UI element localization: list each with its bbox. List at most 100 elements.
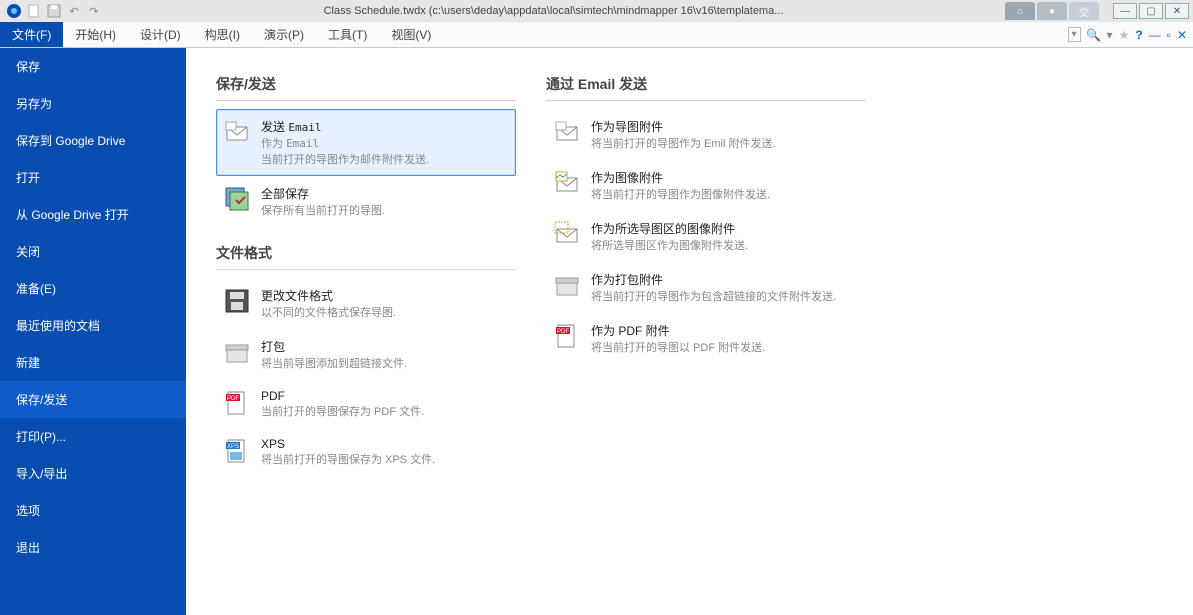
label: 作为导图附件: [591, 118, 776, 135]
ribbon-tab-idea[interactable]: 构思(I): [193, 22, 252, 47]
main-panel: 保存/发送 发送 Email 作为 Email 当前打开的导图作为邮件附件发送.: [186, 48, 1193, 615]
label: 全部保存: [261, 185, 385, 202]
section-save-send: 保存/发送: [216, 74, 516, 101]
svg-text:PDF: PDF: [557, 329, 569, 335]
option-text: 全部保存 保存所有当前打开的导图.: [261, 185, 385, 218]
pdf-icon: PDF: [223, 389, 251, 417]
label: 作为打包附件: [591, 271, 836, 288]
label: Email: [286, 137, 319, 150]
redo-icon[interactable]: ↷: [86, 3, 102, 19]
body: 保存 另存为 保存到 Google Drive 打开 从 Google Driv…: [0, 48, 1193, 615]
label: 当前打开的导图作为邮件附件发送.: [261, 151, 429, 167]
close-button[interactable]: ✕: [1165, 3, 1189, 19]
ribbon-right: ▾ 🔍 ▾ ★ ? — ▫ ✕: [1068, 22, 1188, 47]
label: XPS: [261, 437, 435, 451]
titlebar: ↶ ↷ Class Schedule.twdx (c:\users\deday\…: [0, 0, 1193, 22]
column-email-send: 通过 Email 发送 作为导图附件 将当前打开的导图作为 Emil 附件发送.: [546, 58, 866, 595]
option-pack[interactable]: 打包 将当前导图添加到超链接文件.: [216, 329, 516, 380]
floppy-icon: [223, 287, 251, 315]
section-email: 通过 Email 发送: [546, 74, 866, 101]
titlebar-right: ⌂ ● 交 — ▢ ✕: [1005, 2, 1193, 20]
search-icon[interactable]: 🔍: [1087, 28, 1101, 42]
min-ribbon-icon[interactable]: —: [1149, 28, 1161, 42]
app-icon: [6, 3, 22, 19]
option-change-format[interactable]: 更改文件格式 以不同的文件格式保存导图.: [216, 278, 516, 329]
sidebar-item-options[interactable]: 选项: [0, 492, 186, 529]
minimize-button[interactable]: —: [1113, 3, 1137, 19]
quick-access-toolbar: ↶ ↷: [0, 3, 102, 19]
label: 更改文件格式: [261, 287, 396, 304]
option-text: 更改文件格式 以不同的文件格式保存导图.: [261, 287, 396, 320]
sidebar-item-saveas[interactable]: 另存为: [0, 85, 186, 122]
window-max-icon[interactable]: ▫: [1167, 28, 1171, 42]
sidebar-item-recent[interactable]: 最近使用的文档: [0, 307, 186, 344]
box-icon: [223, 338, 251, 366]
label: 作为图像附件: [591, 169, 770, 186]
ribbon-tab-present[interactable]: 演示(P): [252, 22, 316, 47]
option-as-map-attachment[interactable]: 作为导图附件 将当前打开的导图作为 Emil 附件发送.: [546, 109, 866, 160]
undo-icon[interactable]: ↶: [66, 3, 82, 19]
column-save-send: 保存/发送 发送 Email 作为 Email 当前打开的导图作为邮件附件发送.: [216, 58, 516, 595]
app-root: ↶ ↷ Class Schedule.twdx (c:\users\deday\…: [0, 0, 1193, 615]
maximize-button[interactable]: ▢: [1139, 3, 1163, 19]
ext-tab-1[interactable]: ⌂: [1005, 2, 1035, 20]
mail-icon: [223, 118, 251, 146]
mail-pack-icon: [553, 271, 581, 299]
save-icon[interactable]: [46, 3, 62, 19]
option-as-selected-image-attachment[interactable]: 作为所选导图区的图像附件 将所选导图区作为图像附件发送.: [546, 211, 866, 262]
option-text: 作为导图附件 将当前打开的导图作为 Emil 附件发送.: [591, 118, 776, 151]
ribbon-tab-tools[interactable]: 工具(T): [316, 22, 379, 47]
label: 以不同的文件格式保存导图.: [261, 304, 396, 320]
option-save-all[interactable]: 全部保存 保存所有当前打开的导图.: [216, 176, 516, 227]
sidebar-item-close[interactable]: 关闭: [0, 233, 186, 270]
star-icon[interactable]: ★: [1119, 28, 1130, 42]
sidebar-item-save[interactable]: 保存: [0, 48, 186, 85]
label: 作为 PDF 附件: [591, 322, 765, 339]
option-send-email[interactable]: 发送 Email 作为 Email 当前打开的导图作为邮件附件发送.: [216, 109, 516, 176]
ext-tab-3[interactable]: 交: [1069, 2, 1099, 20]
option-as-image-attachment[interactable]: 作为图像附件 将当前打开的导图作为图像附件发送.: [546, 160, 866, 211]
save-all-icon: [223, 185, 251, 213]
option-text: 作为所选导图区的图像附件 将所选导图区作为图像附件发送.: [591, 220, 748, 253]
ribbon-dropdown-icon[interactable]: ▾: [1068, 27, 1081, 42]
label: 发送: [261, 120, 285, 134]
ext-tab-2[interactable]: ●: [1037, 2, 1067, 20]
option-pdf[interactable]: PDF PDF 当前打开的导图保存为 PDF 文件.: [216, 380, 516, 428]
mail-map-icon: [553, 118, 581, 146]
option-xps[interactable]: XPS XPS 将当前打开的导图保存为 XPS 文件.: [216, 428, 516, 476]
sidebar-item-prepare[interactable]: 准备(E): [0, 270, 186, 307]
sidebar-item-exit[interactable]: 退出: [0, 529, 186, 566]
label: 将当前打开的导图作为图像附件发送.: [591, 186, 770, 202]
sidebar-item-new[interactable]: 新建: [0, 344, 186, 381]
ribbon-tab-home[interactable]: 开始(H): [63, 22, 128, 47]
new-icon[interactable]: [26, 3, 42, 19]
ribbon-tab-view[interactable]: 视图(V): [379, 22, 443, 47]
mail-select-image-icon: [553, 220, 581, 248]
sidebar-item-open-gdrive[interactable]: 从 Google Drive 打开: [0, 196, 186, 233]
help-icon[interactable]: ?: [1135, 28, 1142, 42]
sidebar-item-save-gdrive[interactable]: 保存到 Google Drive: [0, 122, 186, 159]
sidebar-item-save-send[interactable]: 保存/发送: [0, 381, 186, 418]
ribbon-tab-file[interactable]: 文件(F): [0, 22, 63, 47]
option-text: 发送 Email 作为 Email 当前打开的导图作为邮件附件发送.: [261, 118, 429, 167]
sidebar-item-import-export[interactable]: 导入/导出: [0, 455, 186, 492]
option-as-pack-attachment[interactable]: 作为打包附件 将当前打开的导图作为包含超链接的文件附件发送.: [546, 262, 866, 313]
xps-icon: XPS: [223, 437, 251, 465]
option-as-pdf-attachment[interactable]: PDF 作为 PDF 附件 将当前打开的导图以 PDF 附件发送.: [546, 313, 866, 364]
option-text: 作为打包附件 将当前打开的导图作为包含超链接的文件附件发送.: [591, 271, 836, 304]
label: 当前打开的导图保存为 PDF 文件.: [261, 403, 424, 419]
label: 作为: [261, 138, 283, 150]
label: 将当前打开的导图保存为 XPS 文件.: [261, 451, 435, 467]
window-title: Class Schedule.twdx (c:\users\deday\appd…: [102, 5, 1005, 17]
label: 打包: [261, 338, 407, 355]
sidebar-item-print[interactable]: 打印(P)...: [0, 418, 186, 455]
svg-text:PDF: PDF: [227, 396, 239, 402]
dropdown-icon[interactable]: ▾: [1107, 28, 1113, 42]
label: 将当前打开的导图以 PDF 附件发送.: [591, 339, 765, 355]
ribbon-tab-design[interactable]: 设计(D): [128, 22, 193, 47]
svg-text:XPS: XPS: [227, 444, 239, 450]
sidebar-item-open[interactable]: 打开: [0, 159, 186, 196]
option-text: 打包 将当前导图添加到超链接文件.: [261, 338, 407, 371]
window-close-icon[interactable]: ✕: [1177, 28, 1187, 42]
label: PDF: [261, 389, 424, 403]
